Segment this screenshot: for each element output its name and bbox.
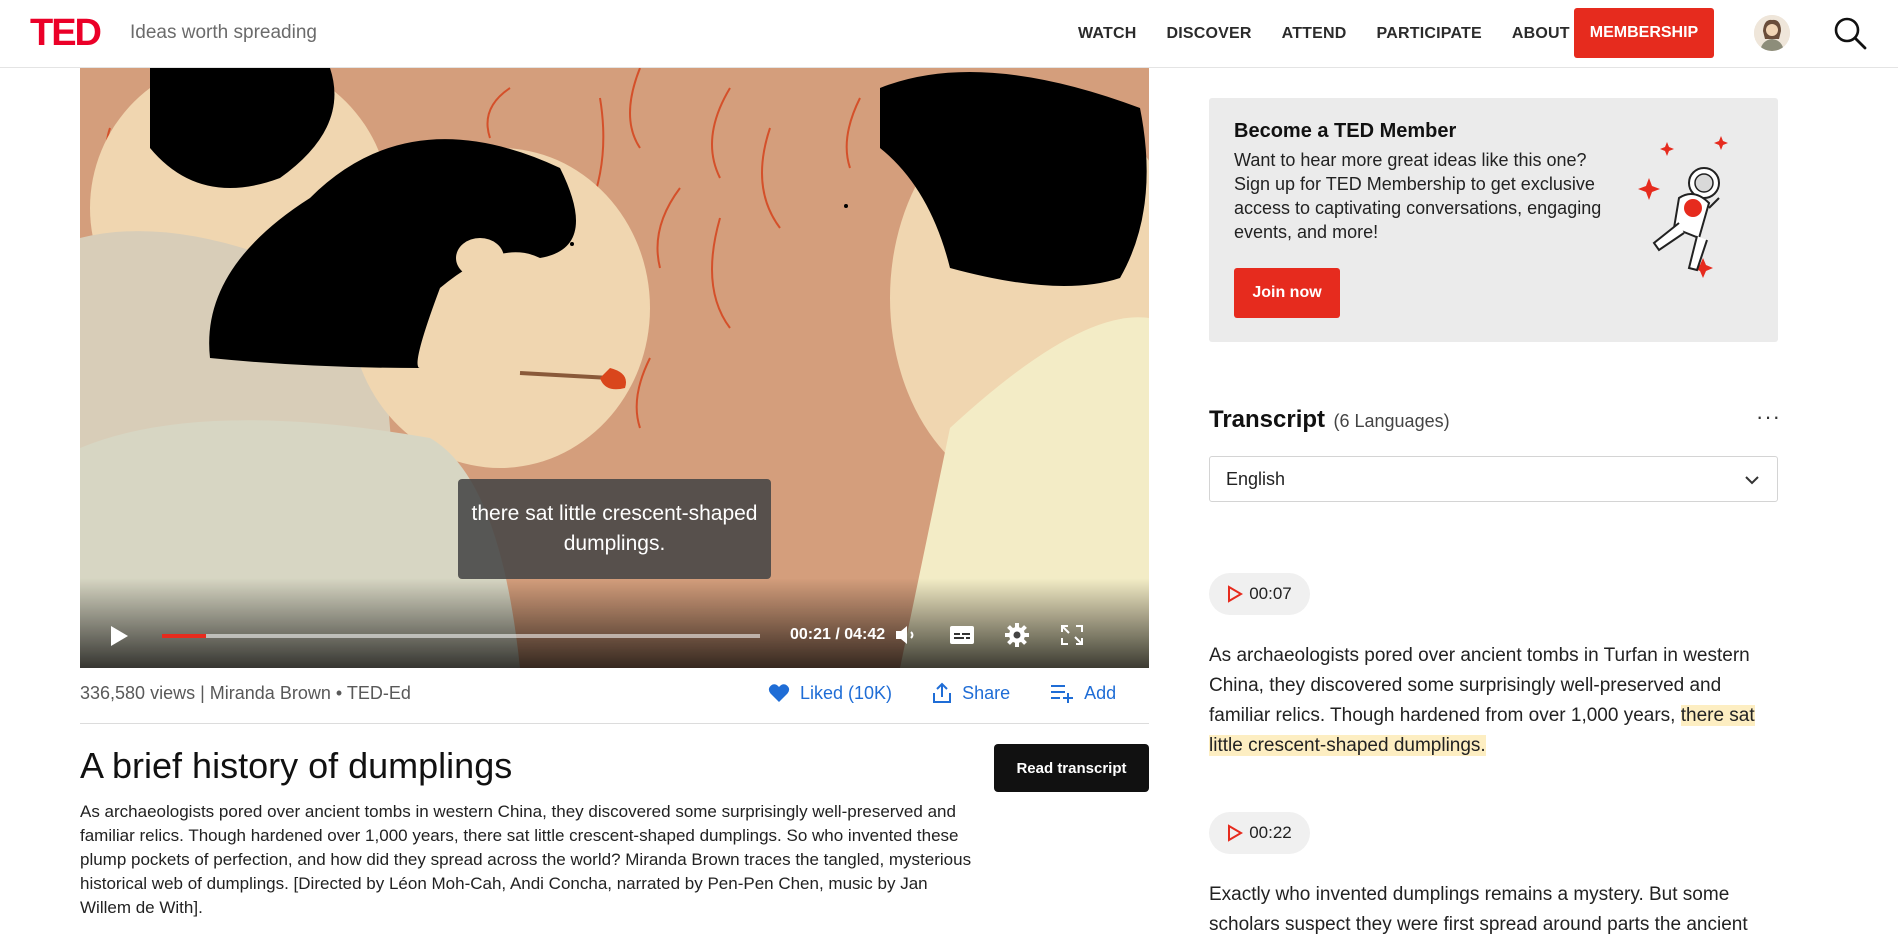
astronaut-illustration xyxy=(1638,136,1728,278)
transcript-language-select[interactable]: English xyxy=(1209,456,1778,502)
join-now-button[interactable]: Join now xyxy=(1234,268,1340,318)
transcript-title: Transcript xyxy=(1209,406,1326,433)
transcript-paragraph: As archaeologists pored over ancient tom… xyxy=(1209,641,1779,761)
share-icon xyxy=(933,682,952,703)
play-icon[interactable] xyxy=(108,624,130,648)
talk-meta: 336,580 views | Miranda Brown • TED-Ed xyxy=(80,683,411,704)
meta-divider xyxy=(80,723,1149,724)
transcript-text: As archaeologists pored over ancient tom… xyxy=(1209,645,1750,726)
meta-separator: | xyxy=(200,683,210,703)
share-label: Share xyxy=(962,682,1011,703)
like-label: Liked (10K) xyxy=(800,682,893,703)
chevron-down-icon xyxy=(1745,476,1759,485)
speaker-name[interactable]: Miranda Brown xyxy=(210,683,331,703)
view-count: 336,580 views xyxy=(80,683,196,703)
more-options-icon[interactable]: ··· xyxy=(1756,404,1781,430)
ted-logo[interactable]: TED xyxy=(30,14,102,52)
timestamp-label: 00:07 xyxy=(1249,584,1292,603)
membership-button[interactable]: MEMBERSHIP xyxy=(1574,8,1714,58)
fullscreen-icon[interactable] xyxy=(1058,622,1086,648)
timestamp-button[interactable]: 00:22 xyxy=(1209,812,1310,854)
tagline: Ideas worth spreading xyxy=(130,22,317,43)
share-button[interactable]: Share xyxy=(932,682,1010,704)
video-player[interactable]: there sat little crescent-shaped dumplin… xyxy=(80,68,1149,668)
timestamp-button[interactable]: 00:07 xyxy=(1209,573,1310,615)
play-outline-icon xyxy=(1228,824,1244,842)
membership-promo-card: Become a TED Member Want to hear more gr… xyxy=(1209,98,1778,342)
membership-card-title: Become a TED Member xyxy=(1234,120,1457,142)
add-label: Add xyxy=(1084,682,1117,703)
membership-card-text: Want to hear more great ideas like this … xyxy=(1234,150,1602,242)
talk-description: As archaeologists pored over ancient tom… xyxy=(80,802,972,917)
progress-fill xyxy=(162,634,207,638)
nav-discover[interactable]: DISCOVER xyxy=(1166,25,1251,43)
progress-bar[interactable] xyxy=(162,634,760,638)
transcript-header: Transcript (6 Languages) xyxy=(1209,406,1450,434)
nav-participate[interactable]: PARTICIPATE xyxy=(1377,25,1482,43)
heart-icon xyxy=(768,684,790,702)
play-outline-icon xyxy=(1228,585,1244,603)
nav-about[interactable]: ABOUT xyxy=(1512,25,1570,43)
search-icon[interactable] xyxy=(1832,15,1868,51)
volume-icon[interactable] xyxy=(892,622,920,648)
transcript-paragraph: Exactly who invented dumplings remains a… xyxy=(1209,884,1748,935)
user-avatar[interactable] xyxy=(1754,15,1790,51)
read-transcript-button[interactable]: Read transcript xyxy=(994,744,1149,792)
transcript-language-count: (6 Languages) xyxy=(1333,411,1450,431)
like-button[interactable]: Liked (10K) xyxy=(768,683,892,704)
add-to-list-button[interactable]: Add xyxy=(1050,683,1116,704)
video-caption: there sat little crescent-shaped dumplin… xyxy=(458,479,771,579)
selected-language: English xyxy=(1226,469,1286,489)
timestamp-label: 00:22 xyxy=(1249,823,1292,842)
nav-watch[interactable]: WATCH xyxy=(1078,25,1136,43)
channel-name[interactable]: TED-Ed xyxy=(347,683,411,703)
controls-overlay xyxy=(80,578,1149,668)
talk-title: A brief history of dumplings xyxy=(80,745,513,786)
talk-actions: Liked (10K) Share Add xyxy=(768,682,1156,704)
add-list-icon xyxy=(1051,685,1074,703)
main-nav: WATCH DISCOVER ATTEND PARTICIPATE ABOUT xyxy=(1078,0,1600,68)
subtitles-icon[interactable] xyxy=(948,622,976,648)
nav-attend[interactable]: ATTEND xyxy=(1282,25,1347,43)
meta-dot: • xyxy=(335,683,347,703)
video-timecode: 00:21 / 04:42 xyxy=(790,626,886,643)
top-navigation-bar: TED Ideas worth spreading WATCH DISCOVER… xyxy=(0,0,1898,68)
settings-gear-icon[interactable] xyxy=(1003,622,1031,648)
